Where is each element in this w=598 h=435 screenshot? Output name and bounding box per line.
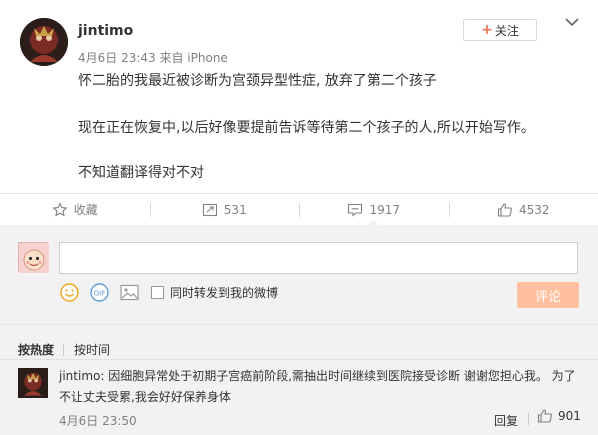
comment-divider xyxy=(0,359,598,360)
comment-icon xyxy=(348,203,363,217)
panel-caret xyxy=(367,219,379,225)
comment-input[interactable] xyxy=(59,242,578,274)
action-bar: 收藏 531 1917 4532 xyxy=(0,193,598,225)
author-name[interactable]: jintimo xyxy=(78,23,133,39)
like-count: 4532 xyxy=(518,202,550,217)
comment-text-line: 因细胞异常处于初期子宫癌前阶段,需抽出时间继续到医院接受诊断 谢谢您担心我。 为… xyxy=(108,369,576,383)
post-card: jintimo 4月6日 23:43 来自 iPhone + 关注 怀二胎的我最… xyxy=(0,0,598,194)
plus-icon: + xyxy=(481,22,493,38)
chevron-down-icon[interactable] xyxy=(563,15,581,29)
gif-icon[interactable]: GIF xyxy=(89,282,109,302)
thumbs-up-icon xyxy=(537,409,552,423)
repost-button[interactable]: 531 xyxy=(149,194,300,225)
sync-repost-checkbox[interactable] xyxy=(151,285,164,299)
svg-text:GIF: GIF xyxy=(93,289,105,297)
post-text-line: 现在正在恢复中,以后好像要提前告诉等待第二个孩子的人,所以开始写作。 xyxy=(78,120,535,136)
emoji-icon[interactable] xyxy=(59,282,79,302)
comment-body: jintimo: 因细胞异常处于初期子宫癌前阶段,需抽出时间继续到医院接受诊断 … xyxy=(59,367,576,384)
follow-label: 关注 xyxy=(494,23,519,38)
sort-divider xyxy=(63,344,64,356)
comment-like-count: 901 xyxy=(558,409,581,423)
image-icon[interactable] xyxy=(119,282,139,302)
composer-tools: GIF 同时转发到我的微博 xyxy=(59,282,278,302)
comment-count: 1917 xyxy=(369,202,401,217)
favorite-label: 收藏 xyxy=(73,203,98,217)
follow-button[interactable]: + 关注 xyxy=(463,19,537,41)
repost-count: 531 xyxy=(223,202,247,217)
post-meta: 4月6日 23:43 来自 iPhone xyxy=(78,51,228,65)
comment-colon: : xyxy=(100,369,105,383)
post-text-line: 怀二胎的我最近被诊断为宫颈异型性症, 放弃了第二个孩子 xyxy=(78,73,437,89)
reply-button[interactable]: 回复 xyxy=(494,412,518,429)
sort-by-time[interactable]: 按时间 xyxy=(74,341,110,358)
sort-by-hot[interactable]: 按热度 xyxy=(18,341,54,358)
favorite-button[interactable]: 收藏 xyxy=(0,194,150,225)
thumbs-up-icon xyxy=(497,202,512,217)
author-avatar[interactable] xyxy=(20,18,68,66)
comment-text-line: 不让丈夫受累,我会好好保养身体 xyxy=(59,390,231,404)
sync-repost-label: 同时转发到我的微博 xyxy=(170,285,279,300)
my-avatar xyxy=(18,242,49,273)
comment-time: 4月6日 23:50 xyxy=(59,414,137,428)
star-icon xyxy=(52,201,68,217)
share-icon xyxy=(202,203,217,216)
post-text-line: 不知道翻译得对不对 xyxy=(78,165,204,181)
comment-like-button[interactable]: 901 xyxy=(537,408,581,424)
like-button[interactable]: 4532 xyxy=(448,194,598,225)
commenter-name[interactable]: jintimo xyxy=(59,369,100,383)
comment-action-divider xyxy=(528,413,529,425)
commenter-avatar[interactable] xyxy=(18,368,48,398)
submit-comment-button[interactable]: 评论 xyxy=(517,282,579,308)
